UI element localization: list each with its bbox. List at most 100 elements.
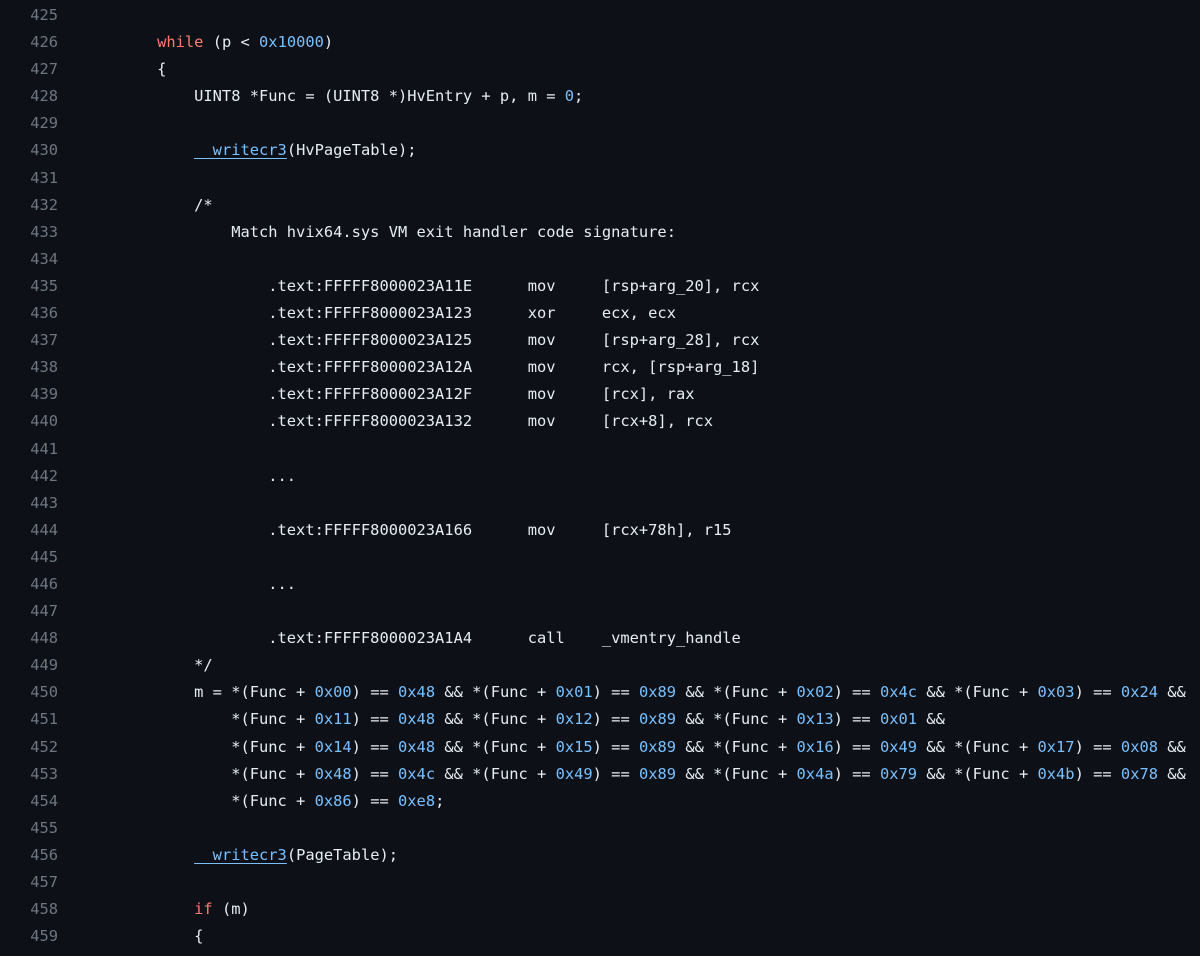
line-number[interactable]: 438	[0, 354, 58, 381]
line-number[interactable]: 426	[0, 29, 58, 56]
line-number[interactable]: 447	[0, 598, 58, 625]
code-text: && *(Func +	[676, 737, 797, 756]
number-token: 0x03	[1037, 683, 1075, 702]
keyword-token: while	[157, 33, 204, 52]
keyword-token: if	[194, 900, 213, 919]
line-number[interactable]: 429	[0, 110, 58, 137]
line-number[interactable]: 449	[0, 652, 58, 679]
number-token: 0x16	[796, 737, 834, 756]
line-number[interactable]: 432	[0, 192, 58, 219]
code-text: && *(Func +	[435, 710, 556, 729]
line-number[interactable]: 458	[0, 896, 58, 923]
number-token: 0x10000	[259, 33, 324, 52]
code-content	[58, 110, 120, 137]
line-number[interactable]: 448	[0, 625, 58, 652]
code-content: *(Func + 0x11) == 0x48 && *(Func + 0x12)…	[58, 706, 945, 733]
line-number[interactable]: 435	[0, 273, 58, 300]
code-line: 448 .text:FFFFF8000023A1A4 call _vmentry…	[0, 625, 1200, 652]
line-number[interactable]: 428	[0, 83, 58, 110]
code-text: ) ==	[833, 683, 880, 702]
code-text: *(Func +	[120, 737, 315, 756]
code-content: {	[58, 923, 203, 950]
code-content	[58, 165, 120, 192]
number-token: 0x4c	[398, 764, 436, 783]
line-number[interactable]: 453	[0, 761, 58, 788]
line-number[interactable]: 431	[0, 165, 58, 192]
line-number[interactable]: 456	[0, 842, 58, 869]
line-number[interactable]: 430	[0, 137, 58, 164]
line-number[interactable]: 445	[0, 544, 58, 571]
code-text: )	[323, 33, 334, 52]
code-text: &&	[1158, 737, 1186, 756]
line-number[interactable]: 443	[0, 490, 58, 517]
line-number[interactable]: 452	[0, 734, 58, 761]
code-text: && *(Func +	[676, 764, 797, 783]
code-text: ;	[574, 87, 584, 106]
function-name[interactable]: __writecr3	[194, 141, 287, 159]
code-content	[58, 436, 120, 463]
code-line: 442 ...	[0, 463, 1200, 490]
code-text: {	[120, 60, 167, 79]
code-line: 446 ...	[0, 571, 1200, 598]
function-name[interactable]: __writecr3	[194, 846, 287, 864]
code-content: /*	[58, 192, 213, 219]
number-token: 0x89	[638, 764, 677, 783]
code-content: */	[58, 652, 213, 679]
line-number[interactable]: 451	[0, 706, 58, 733]
code-line: 436 .text:FFFFF8000023A123 xor ecx, ecx	[0, 300, 1200, 327]
code-content: .text:FFFFF8000023A123 xor ecx, ecx	[58, 300, 676, 327]
code-text: *(Func +	[120, 710, 315, 729]
line-number[interactable]: 441	[0, 436, 58, 463]
code-text: .text:FFFFF8000023A132 mov [rcx+8], rcx	[120, 412, 714, 431]
line-number[interactable]: 457	[0, 869, 58, 896]
line-number[interactable]: 434	[0, 246, 58, 273]
number-token: 0x49	[879, 737, 918, 756]
code-text: (p <	[203, 33, 260, 52]
number-token: 0x89	[638, 710, 677, 729]
code-text: m = *(Func +	[120, 683, 315, 702]
line-number[interactable]: 433	[0, 219, 58, 246]
line-number[interactable]: 459	[0, 923, 58, 950]
number-token: 0x48	[398, 737, 436, 756]
number-token: 0x49	[555, 764, 593, 783]
code-content: *(Func + 0x48) == 0x4c && *(Func + 0x49)…	[58, 761, 1186, 788]
code-line: 456 __writecr3(PageTable);	[0, 842, 1200, 869]
number-token: 0x89	[638, 683, 677, 702]
code-text: .text:FFFFF8000023A12A mov rcx, [rsp+arg…	[120, 358, 760, 377]
line-number[interactable]: 444	[0, 517, 58, 544]
line-number[interactable]: 454	[0, 788, 58, 815]
code-content	[58, 2, 120, 29]
code-text: .text:FFFFF8000023A1A4 call _vmentry_han…	[120, 629, 741, 648]
number-token: 0x78	[1120, 764, 1158, 783]
code-line: 449 */	[0, 652, 1200, 679]
line-number[interactable]: 425	[0, 2, 58, 29]
line-number[interactable]: 442	[0, 463, 58, 490]
line-number[interactable]: 440	[0, 408, 58, 435]
code-line: 438 .text:FFFFF8000023A12A mov rcx, [rsp…	[0, 354, 1200, 381]
code-line: 433 Match hvix64.sys VM exit handler cod…	[0, 219, 1200, 246]
code-text: .text:FFFFF8000023A125 mov [rsp+arg_28],…	[120, 331, 760, 350]
line-number[interactable]: 436	[0, 300, 58, 327]
number-token: 0x12	[555, 710, 593, 729]
line-number[interactable]: 437	[0, 327, 58, 354]
code-line: 437 .text:FFFFF8000023A125 mov [rsp+arg_…	[0, 327, 1200, 354]
line-number[interactable]: 455	[0, 815, 58, 842]
number-token: 0x01	[879, 710, 918, 729]
code-line: 435 .text:FFFFF8000023A11E mov [rsp+arg_…	[0, 273, 1200, 300]
code-text: ) ==	[592, 764, 639, 783]
code-content: __writecr3(HvPageTable);	[58, 137, 416, 164]
line-number[interactable]: 446	[0, 571, 58, 598]
code-text: ) ==	[1074, 764, 1121, 783]
code-text: {	[120, 927, 204, 946]
line-number[interactable]: 427	[0, 56, 58, 83]
code-line: 458 if (m)	[0, 896, 1200, 923]
code-text: ) ==	[592, 710, 639, 729]
code-text: UINT8 *Func = (UINT8 *)HvEntry + p, m =	[120, 87, 565, 106]
code-text: && *(Func +	[676, 710, 797, 729]
line-number[interactable]: 450	[0, 679, 58, 706]
code-text: */	[120, 656, 213, 675]
line-number[interactable]: 439	[0, 381, 58, 408]
